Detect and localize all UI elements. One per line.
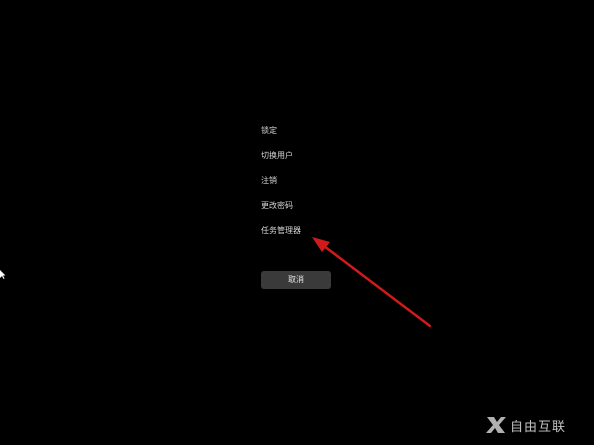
menu-item-lock[interactable]: 锁定 — [261, 118, 401, 143]
menu-item-sign-out[interactable]: 注销 — [261, 168, 401, 193]
watermark: 自由互联 — [484, 413, 590, 437]
menu-item-change-password[interactable]: 更改密码 — [261, 193, 401, 218]
cancel-button[interactable]: 取消 — [261, 271, 331, 289]
menu-item-switch-user[interactable]: 切换用户 — [261, 143, 401, 168]
watermark-logo-icon — [486, 417, 506, 433]
mouse-cursor-icon — [0, 270, 6, 279]
secure-attention-screen: 锁定 切换用户 注销 更改密码 任务管理器 取消 自由互联 — [0, 0, 594, 445]
security-options-menu: 锁定 切换用户 注销 更改密码 任务管理器 — [261, 118, 401, 243]
watermark-text: 自由互联 — [510, 419, 567, 435]
menu-item-task-manager[interactable]: 任务管理器 — [261, 218, 401, 243]
